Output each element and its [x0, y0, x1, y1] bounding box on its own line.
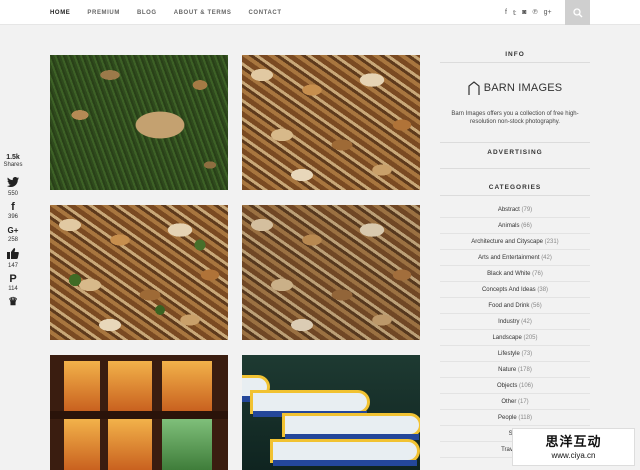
photo-dry-leaves[interactable] — [242, 55, 420, 190]
facebook-icon[interactable]: f — [505, 9, 507, 16]
share-crown[interactable]: ♛ — [0, 297, 26, 308]
category-item[interactable]: Arts and Entertainment (42) — [440, 250, 590, 266]
nav-home[interactable]: HOME — [50, 10, 70, 16]
window-frame — [50, 411, 228, 419]
divider — [440, 142, 590, 143]
nav-about-terms[interactable]: ABOUT & TERMS — [174, 10, 232, 16]
window-pane — [162, 361, 212, 411]
window-pane — [162, 419, 212, 470]
category-item[interactable]: Architecture and Cityscape (231) — [440, 234, 590, 250]
like-count: 147 — [7, 263, 18, 269]
grass-patches — [50, 205, 228, 340]
window-pane — [64, 361, 100, 411]
divider — [440, 195, 590, 196]
twitter-count: 550 — [7, 191, 18, 197]
googleplus-icon: G+ — [7, 226, 19, 235]
top-nav-bar: HOME PREMIUM BLOG ABOUT & TERMS CONTACT … — [0, 0, 640, 25]
logo-text: BARN IMAGES — [483, 82, 563, 94]
category-item[interactable]: Nature (178) — [440, 362, 590, 378]
category-item[interactable]: Landscape (205) — [440, 330, 590, 346]
social-links: f 𝕥 ◙ ℗ g+ — [505, 0, 558, 25]
right-sidebar: INFO BARN IMAGES Barn Images offers you … — [440, 48, 590, 458]
watermark-title: 思洋互动 — [545, 434, 602, 449]
category-item[interactable]: Objects (106) — [440, 378, 590, 394]
share-twitter[interactable]: 550 — [0, 177, 26, 198]
category-list: Abstract (79) Animals (66) Architecture … — [440, 202, 590, 458]
share-bar: 1.5k Shares 550 f 396 G+ 258 147 P 114 ♛ — [0, 154, 26, 312]
info-title: INFO — [505, 51, 525, 58]
googleplus-icon[interactable]: g+ — [544, 9, 552, 16]
share-total: 1.5k — [6, 154, 20, 161]
category-item[interactable]: Other (17) — [440, 394, 590, 410]
window-pane — [64, 419, 100, 470]
site-logo[interactable]: BARN IMAGES — [440, 80, 590, 96]
category-item[interactable]: Black and White (76) — [440, 266, 590, 282]
nav-blog[interactable]: BLOG — [137, 10, 157, 16]
about-text: Barn Images offers you a collection of f… — [451, 111, 579, 125]
category-item[interactable]: Food and Drink (56) — [440, 298, 590, 314]
boat-shape — [282, 413, 420, 440]
watermark-url: www.ciya.cn — [551, 451, 596, 460]
pinterest-icon[interactable]: ℗ — [532, 9, 537, 16]
categories-title: CATEGORIES — [488, 184, 542, 191]
photo-leaves-grass[interactable] — [50, 205, 228, 340]
watermark-badge: 思洋互动 www.ciya.cn — [512, 428, 635, 466]
main-nav: HOME PREMIUM BLOG ABOUT & TERMS CONTACT — [50, 0, 299, 25]
nav-premium[interactable]: PREMIUM — [87, 10, 120, 16]
pinterest-count: 114 — [8, 286, 18, 292]
divider — [440, 168, 590, 169]
photo-leaf-on-grass[interactable] — [50, 55, 228, 190]
twitter-icon[interactable]: 𝕥 — [513, 9, 516, 17]
twitter-icon — [7, 177, 19, 190]
category-item[interactable]: Industry (42) — [440, 314, 590, 330]
facebook-icon: f — [11, 201, 15, 213]
window-pane — [108, 419, 152, 470]
share-label: Shares — [3, 162, 23, 168]
divider — [440, 62, 590, 63]
pinterest-icon: P — [9, 273, 17, 285]
category-item[interactable]: Abstract (79) — [440, 202, 590, 218]
photo-autumn-leaves[interactable] — [242, 205, 420, 340]
category-item[interactable]: Lifestyle (73) — [440, 346, 590, 362]
advertising-title: ADVERTISING — [487, 149, 543, 156]
share-like[interactable]: 147 — [0, 248, 26, 270]
nav-contact[interactable]: CONTACT — [249, 10, 282, 16]
window-pane — [108, 361, 152, 411]
photo-lanterns-window[interactable] — [50, 355, 228, 470]
photo-rowboats[interactable] — [242, 355, 420, 470]
like-icon — [7, 248, 19, 262]
share-pinterest[interactable]: P 114 — [0, 274, 26, 293]
share-facebook[interactable]: f 396 — [0, 202, 26, 221]
facebook-count: 396 — [7, 214, 18, 220]
googleplus-count: 258 — [7, 237, 18, 243]
instagram-icon[interactable]: ◙ — [522, 9, 526, 16]
boat-shape — [250, 390, 370, 417]
crown-icon: ♛ — [8, 296, 18, 308]
search-icon — [572, 7, 582, 17]
boat-shape — [270, 439, 420, 466]
search-button[interactable] — [565, 0, 590, 25]
category-item[interactable]: People (118) — [440, 410, 590, 426]
share-googleplus[interactable]: G+ 258 — [0, 225, 26, 244]
barn-logo-icon — [468, 81, 480, 95]
category-item[interactable]: Concepts And Ideas (38) — [440, 282, 590, 298]
category-item[interactable]: Animals (66) — [440, 218, 590, 234]
